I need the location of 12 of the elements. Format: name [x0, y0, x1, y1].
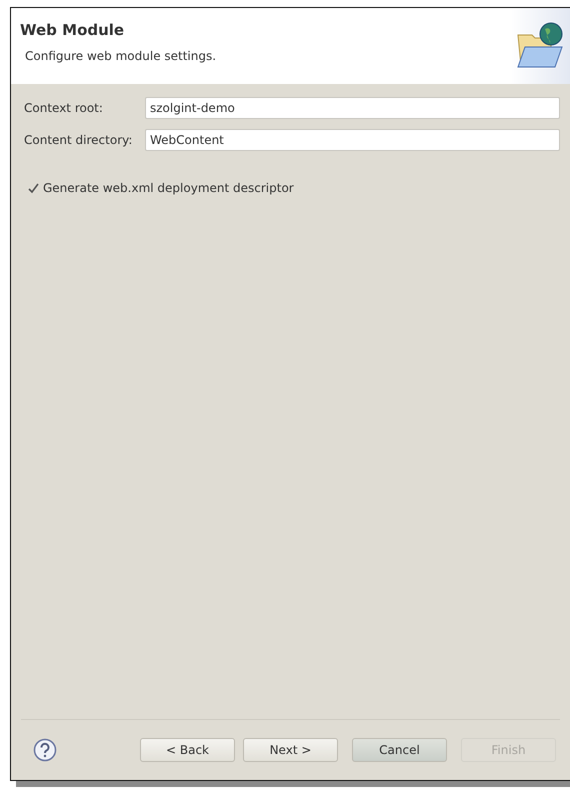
field-label: Content directory: [24, 133, 134, 147]
text-field[interactable]: szolgint-demo [145, 97, 560, 119]
field-label: Context root: [24, 101, 104, 115]
dialog-button[interactable]: < Back [140, 738, 235, 762]
text-field[interactable]: WebContent [145, 129, 560, 151]
checkbox[interactable] [27, 182, 39, 194]
help-icon[interactable] [33, 738, 57, 762]
dialog-button[interactable]: Next > [243, 738, 338, 762]
page-title: Web Module [20, 21, 126, 39]
page-description: Configure web module settings. [25, 49, 216, 63]
dialog-button[interactable]: Cancel [352, 738, 447, 762]
checkbox-label: Generate web.xml deployment descriptor [43, 181, 294, 195]
